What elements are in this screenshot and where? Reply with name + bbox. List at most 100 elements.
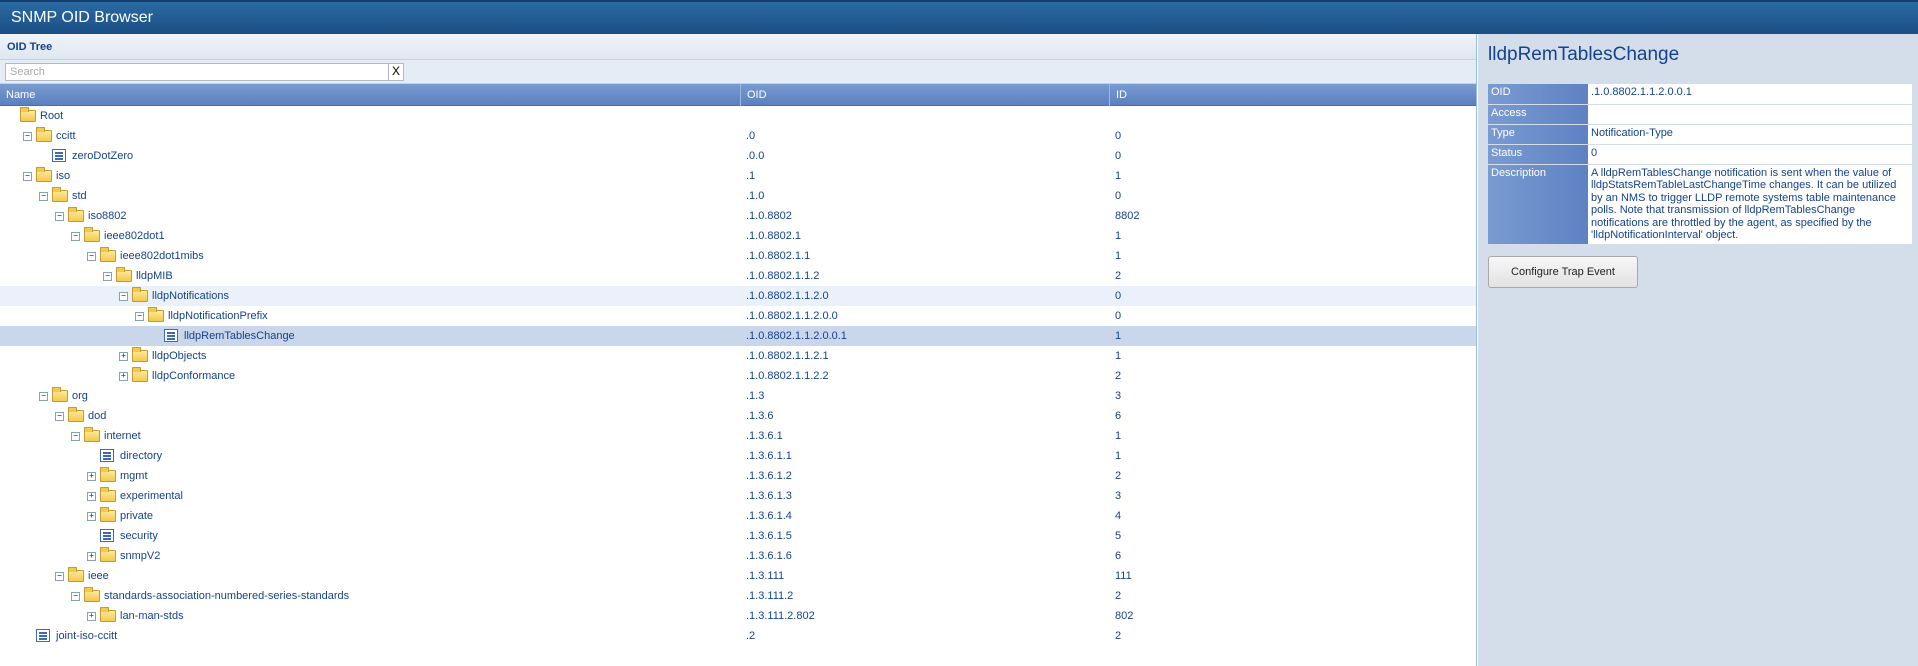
tree-row[interactable]: − ieee802dot1mibs .1.0.8802.1.1 1 [0,246,1476,266]
expand-icon[interactable]: + [119,372,128,381]
node-label: zeroDotZero [72,150,134,162]
configure-trap-event-button[interactable]: Configure Trap Event [1488,256,1638,288]
oid-cell: .1.3.6.1 [746,430,783,442]
id-cell: 4 [1115,510,1122,522]
search-input[interactable] [5,63,389,81]
collapse-icon[interactable]: − [71,592,80,601]
expand-icon[interactable]: + [87,552,96,561]
tree-row[interactable]: − standards-association-numbered-series-s… [0,586,1476,606]
collapse-icon[interactable]: − [87,252,96,261]
tree-row[interactable]: + snmpV2 .1.3.6.1.6 6 [0,546,1476,566]
node-label: Root [40,110,64,122]
collapse-icon[interactable]: − [71,432,80,441]
id-cell: 6 [1115,410,1122,422]
oid-cell: .1.0.8802.1.1 [746,250,811,262]
tree-row[interactable]: − lldpNotificationPrefix .1.0.8802.1.1.2.0… [0,306,1476,326]
oid-cell: .1.3.6.1.3 [746,490,792,502]
collapse-icon[interactable]: − [135,312,144,321]
tree-row[interactable]: − ieee802dot1 .1.0.8802.1 1 [0,226,1476,246]
oid-cell: .1.3.6.1.6 [746,550,792,562]
collapse-icon[interactable]: − [119,292,128,301]
collapse-icon[interactable]: − [103,272,112,281]
tree-row[interactable]: − ieee .1.3.111 111 [0,566,1476,586]
expand-icon[interactable]: + [87,492,96,501]
tree-row[interactable]: zeroDotZero .0.0 0 [0,146,1476,166]
folder-icon [132,367,148,382]
folder-icon [132,287,148,302]
tree-row[interactable]: − std .1.0 0 [0,186,1476,206]
prop-row-description: Description A lldpRemTablesChange notifi… [1488,164,1912,245]
node-label: ieee802dot1 [104,230,165,242]
node-label: dod [88,410,107,422]
node-label: experimental [120,490,183,502]
prop-label: OID [1488,84,1588,105]
tree-row[interactable]: + experimental .1.3.6.1.3 3 [0,486,1476,506]
collapse-icon[interactable]: − [23,172,32,181]
collapse-icon[interactable]: − [55,572,64,581]
tree-row[interactable]: − internet .1.3.6.1 1 [0,426,1476,446]
folder-icon [100,507,116,522]
tree-row[interactable]: − dod .1.3.6 6 [0,406,1476,426]
detail-panel: lldpRemTablesChange OID .1.0.8802.1.1.2.… [1478,34,1918,666]
collapse-icon[interactable]: − [39,192,48,201]
id-cell: 2 [1115,370,1122,382]
id-cell: 1 [1115,450,1122,462]
tree-row[interactable]: joint-iso-ccitt .2 2 [0,626,1476,646]
expand-icon[interactable]: + [87,512,96,521]
folder-icon [84,587,100,602]
tree-row[interactable]: Root [0,106,1476,126]
tree-row[interactable]: − iso8802 .1.0.8802 8802 [0,206,1476,226]
collapse-icon[interactable]: − [23,132,32,141]
id-cell: 1 [1115,350,1122,362]
tree-row[interactable]: + lan-man-stds .1.3.111.2.802 802 [0,606,1476,626]
expand-icon[interactable]: + [119,352,128,361]
prop-label: Access [1488,104,1588,125]
node-label: lldpNotificationPrefix [168,310,268,322]
oid-cell: .1 [746,170,756,182]
column-header-name[interactable]: Name [0,84,35,106]
folder-icon [68,567,84,582]
tree-row[interactable]: lldpRemTablesChange .1.0.8802.1.1.2.0.0.1… [0,326,1476,346]
folder-icon [20,107,36,122]
collapse-icon[interactable]: − [39,392,48,401]
collapse-icon[interactable]: − [55,412,64,421]
id-cell: 0 [1115,290,1122,302]
folder-icon [84,227,100,242]
column-header-oid[interactable]: OID [740,84,767,106]
clear-search-button[interactable]: X [388,63,404,81]
id-cell: 1 [1115,230,1122,242]
tree-row[interactable]: directory .1.3.6.1.1 1 [0,446,1476,466]
tree-row[interactable]: + lldpObjects .1.0.8802.1.1.2.1 1 [0,346,1476,366]
id-cell: 1 [1115,250,1122,262]
tree-row[interactable]: − ccitt .0 0 [0,126,1476,146]
folder-icon [52,187,68,202]
tree-row[interactable]: − lldpMIB .1.0.8802.1.1.2 2 [0,266,1476,286]
node-label: internet [104,430,141,442]
collapse-icon[interactable]: − [55,212,64,221]
column-header-id[interactable]: ID [1109,84,1127,106]
oid-cell: .1.0.8802.1.1.2.0 [746,290,829,302]
tree-row[interactable]: − lldpNotifications .1.0.8802.1.1.2.0 0 [0,286,1476,306]
node-label: private [120,510,154,522]
app-title: SNMP OID Browser [11,9,153,26]
expand-icon[interactable]: + [87,472,96,481]
expand-icon[interactable]: + [87,612,96,621]
node-label: org [72,390,88,402]
properties-table: OID .1.0.8802.1.1.2.0.0.1 Access Type No… [1488,84,1912,245]
tree-row[interactable]: − iso .1 1 [0,166,1476,186]
tree-row[interactable]: + lldpConformance .1.0.8802.1.1.2.2 2 [0,366,1476,386]
folder-icon [116,267,132,282]
tree-row[interactable]: + private .1.3.6.1.4 4 [0,506,1476,526]
folder-icon [84,427,100,442]
collapse-icon[interactable]: − [71,232,80,241]
oid-cell: .1.3.6.1.2 [746,470,792,482]
id-cell: 2 [1115,470,1122,482]
tree-row[interactable]: + mgmt .1.3.6.1.2 2 [0,466,1476,486]
oid-cell: .1.0.8802.1.1.2.0.0.1 [746,330,847,342]
folder-icon [36,167,52,182]
id-cell: 0 [1115,130,1122,142]
tree-row[interactable]: − org .1.3 3 [0,386,1476,406]
tree-row[interactable]: security .1.3.6.1.5 5 [0,526,1476,546]
prop-value-status: 0 [1588,144,1912,165]
prop-row-oid: OID .1.0.8802.1.1.2.0.0.1 [1488,84,1912,105]
